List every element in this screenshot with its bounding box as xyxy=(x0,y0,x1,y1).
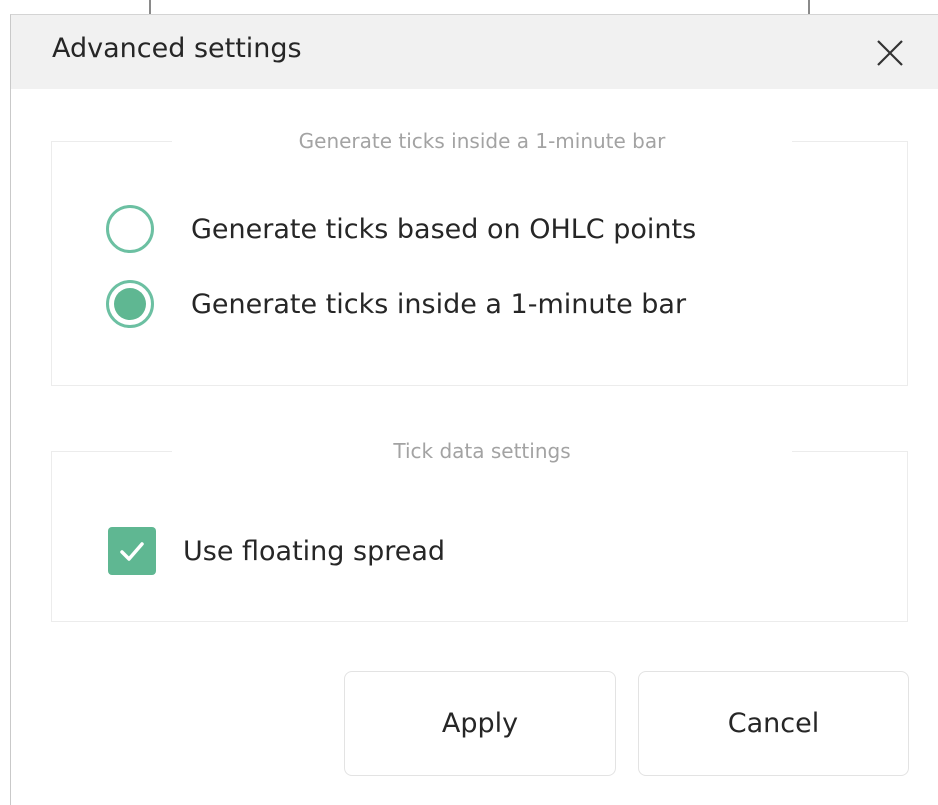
cancel-button[interactable]: Cancel xyxy=(638,671,909,776)
dialog-title-bar: Advanced settings xyxy=(11,15,938,89)
radio-button-checked[interactable] xyxy=(106,280,154,328)
floating-spread-checkbox[interactable] xyxy=(108,527,156,575)
radio-button-unchecked[interactable] xyxy=(106,205,154,253)
close-button[interactable] xyxy=(872,35,908,71)
radio-1-minute-bar[interactable]: Generate ticks inside a 1-minute bar xyxy=(106,278,686,330)
tick-generation-caption: Generate ticks inside a 1-minute bar xyxy=(172,128,792,154)
background-divider xyxy=(808,0,810,14)
floating-spread-label: Use floating spread xyxy=(183,535,446,567)
radio-ohlc-points[interactable]: Generate ticks based on OHLC points xyxy=(106,203,696,255)
tick-generation-group: Generate ticks inside a 1-minute bar Gen… xyxy=(51,128,908,386)
floating-spread-option[interactable]: Use floating spread xyxy=(108,526,445,576)
checkmark-icon xyxy=(120,542,144,561)
background-divider xyxy=(149,0,151,14)
tick-data-settings-caption: Tick data settings xyxy=(172,438,792,464)
apply-button[interactable]: Apply xyxy=(344,671,616,776)
close-icon xyxy=(877,40,903,66)
radio-label-1-minute-bar: Generate ticks inside a 1-minute bar xyxy=(191,288,687,320)
tick-data-settings-group: Tick data settings Use floating spread xyxy=(51,438,908,622)
radio-label-ohlc-points: Generate ticks based on OHLC points xyxy=(191,213,697,245)
advanced-settings-dialog: Advanced settings Generate ticks inside … xyxy=(10,14,938,805)
dialog-title: Advanced settings xyxy=(52,33,302,64)
